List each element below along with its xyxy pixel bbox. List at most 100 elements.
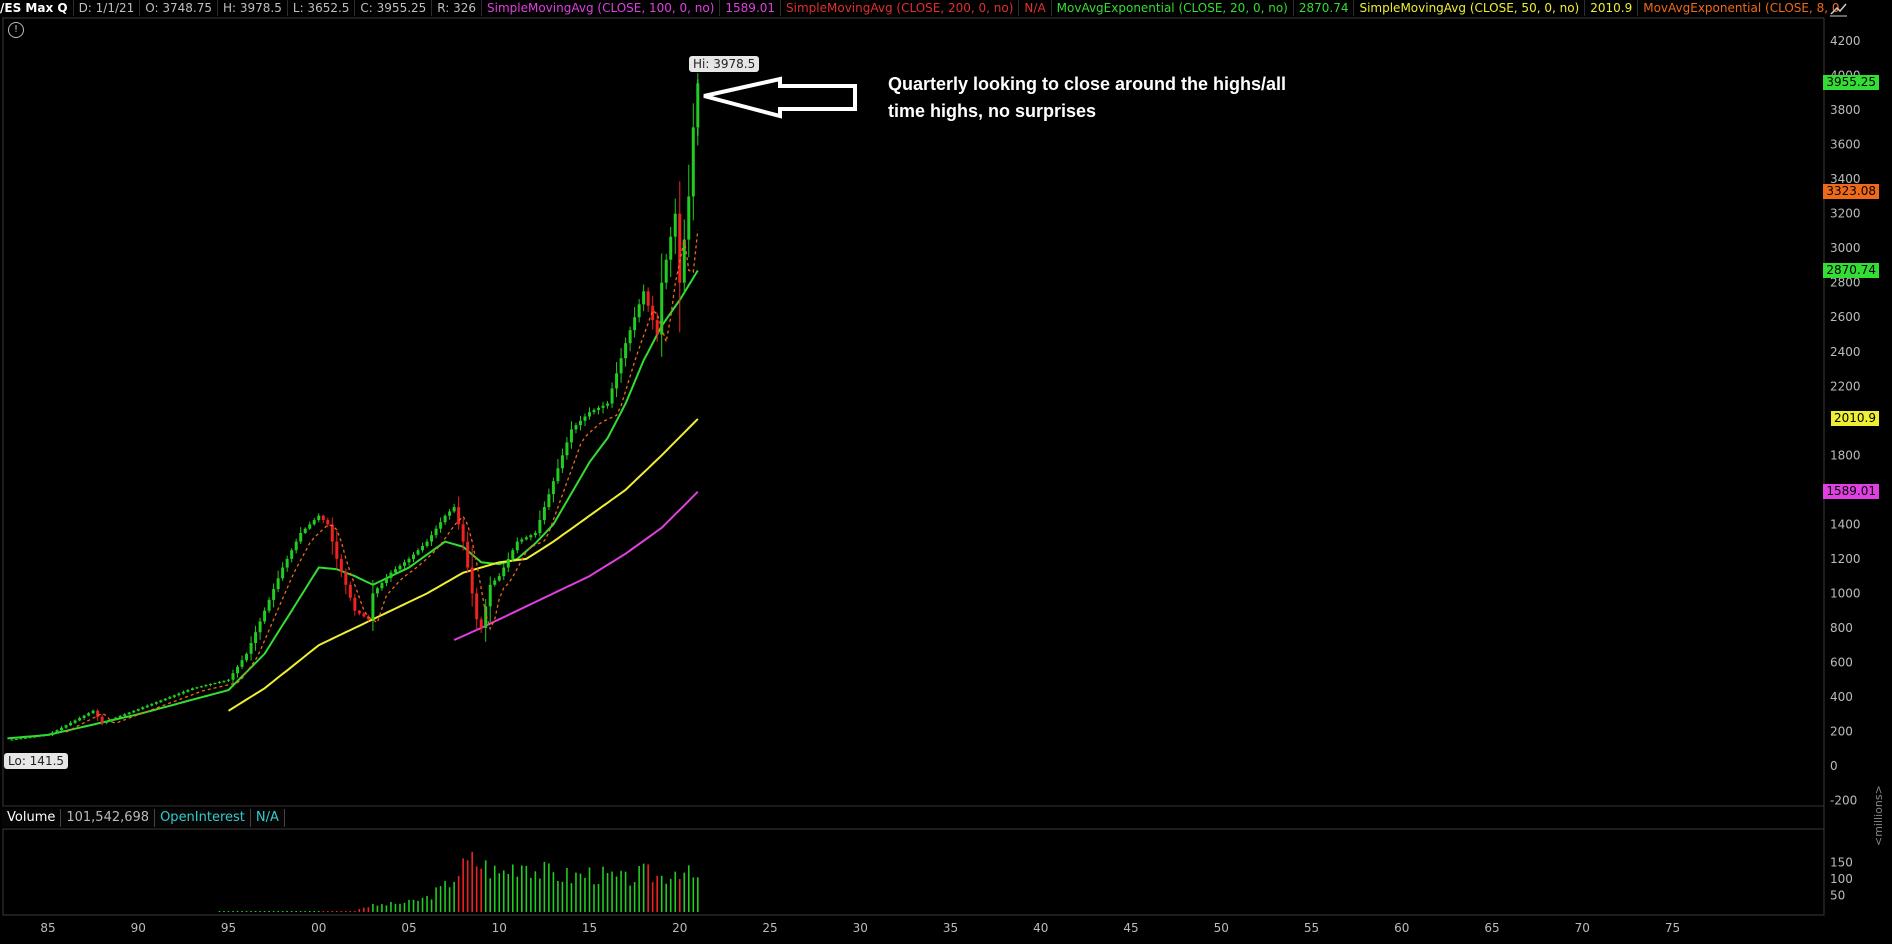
study-ema8-label[interactable]: MovAvgExponential (CLOSE, 8, 0, no): [1638, 0, 1840, 16]
candle-body: [32, 736, 36, 738]
candle-body: [272, 589, 276, 600]
candle-body: [290, 550, 294, 559]
candle-body: [258, 621, 262, 633]
candle-body: [82, 715, 86, 719]
time-tick-label: 20: [672, 921, 687, 935]
candle-body: [520, 539, 524, 542]
candle-body: [407, 558, 411, 563]
volume-label[interactable]: Volume: [2, 809, 62, 827]
candle-body: [299, 532, 303, 542]
candle-body: [669, 236, 673, 260]
candle-body: [393, 569, 397, 573]
open-interest-label[interactable]: OpenInterest: [155, 809, 251, 827]
candle-body: [353, 597, 357, 611]
price-tick-label: 2400: [1830, 345, 1861, 359]
time-tick-label: 05: [401, 921, 416, 935]
candle-body: [172, 695, 176, 697]
study-sma50-label[interactable]: SimpleMovingAvg (CLOSE, 50, 0, no): [1354, 0, 1586, 16]
candle-body: [267, 599, 271, 611]
candle-body: [416, 550, 420, 555]
candle-body: [529, 535, 533, 538]
candle-body: [628, 330, 632, 344]
candle-body: [312, 520, 316, 525]
candle-body: [96, 710, 100, 717]
candle-body: [466, 541, 470, 568]
candle-body: [127, 712, 131, 715]
time-tick-label: 30: [853, 921, 868, 935]
candle-body: [673, 213, 677, 237]
study-ema20-label[interactable]: MovAvgExponential (CLOSE, 20, 0, no): [1052, 0, 1294, 16]
candle-body: [655, 320, 659, 335]
candle-body: [91, 710, 95, 714]
candle-body: [46, 734, 50, 736]
candle-body: [213, 682, 217, 685]
candle-body: [493, 580, 497, 585]
bar-low: L: 3652.5: [288, 0, 356, 16]
study-sma100-label[interactable]: SimpleMovingAvg (CLOSE, 100, 0, no): [482, 0, 721, 16]
study-sma50-value: 2010.9: [1585, 0, 1639, 16]
candle-body: [443, 515, 447, 523]
candle-body: [430, 535, 434, 542]
candle-body: [73, 720, 77, 723]
candle-body: [524, 537, 528, 540]
candle-body: [565, 442, 569, 456]
candle-body: [506, 558, 510, 568]
candle-body: [502, 567, 506, 577]
info-icon[interactable]: !: [8, 22, 24, 38]
candle-body: [457, 507, 461, 525]
study-sma200-value: N/A: [1019, 0, 1052, 16]
candle-body: [330, 524, 334, 542]
candle-body: [475, 593, 479, 620]
candle-body: [538, 520, 542, 533]
low-price-label: Lo: 141.5: [4, 753, 69, 769]
symbol-label[interactable]: /ES Max Q: [0, 0, 74, 16]
price-badge-sma100: 1589.01: [1823, 483, 1879, 499]
time-tick-label: 55: [1304, 921, 1319, 935]
candle-body: [231, 673, 235, 680]
price-badge-sma50: 2010.9: [1831, 410, 1879, 426]
candle-body: [100, 716, 104, 723]
volume-tick-label: 100: [1830, 872, 1853, 886]
bar-close: C: 3955.25: [355, 0, 433, 16]
study-sma200-label[interactable]: SimpleMovingAvg (CLOSE, 200, 0, no): [781, 0, 1020, 16]
candle-body: [574, 425, 578, 430]
candle-body: [412, 554, 416, 559]
candle-body: [339, 558, 343, 572]
candle-body: [240, 660, 244, 667]
candle-body: [488, 584, 492, 607]
time-tick-label: 65: [1484, 921, 1499, 935]
candle-body: [547, 494, 551, 508]
candle-body: [132, 710, 136, 713]
candle-body: [181, 691, 185, 694]
candle-body: [159, 700, 163, 703]
candle-body: [114, 717, 118, 720]
bar-high: H: 3978.5: [218, 0, 288, 16]
time-tick-label: 35: [943, 921, 958, 935]
drawing-tool-icon[interactable]: [1827, 0, 1849, 18]
time-tick-label: 70: [1575, 921, 1590, 935]
candle-body: [569, 429, 573, 443]
price-tick-label: 2800: [1830, 276, 1861, 290]
price-tick-label: 1200: [1830, 552, 1861, 566]
study-sma100-value: 1589.01: [720, 0, 782, 16]
candle-body: [664, 259, 668, 283]
candle-body: [10, 739, 14, 741]
candle-body: [303, 528, 307, 533]
candle-body: [326, 520, 330, 525]
candle-body: [439, 522, 443, 529]
candle-body: [236, 666, 240, 674]
main-price-chart[interactable]: 4200400038003600340032003000280026002400…: [0, 0, 1892, 944]
candle-body: [308, 524, 312, 529]
candle-body: [150, 703, 154, 706]
time-tick-label: 40: [1033, 921, 1048, 935]
price-tick-label: 3200: [1830, 207, 1861, 221]
price-tick-label: 4200: [1830, 34, 1861, 48]
price-tick-label: 2200: [1830, 379, 1861, 393]
candle-body: [384, 577, 388, 584]
candle-body: [375, 588, 379, 594]
volume-tick-label: 150: [1830, 856, 1853, 870]
candle-body: [691, 127, 695, 197]
candle-body: [78, 718, 82, 721]
price-tick-label: -200: [1830, 794, 1857, 808]
price-tick-label: 0: [1830, 759, 1838, 773]
